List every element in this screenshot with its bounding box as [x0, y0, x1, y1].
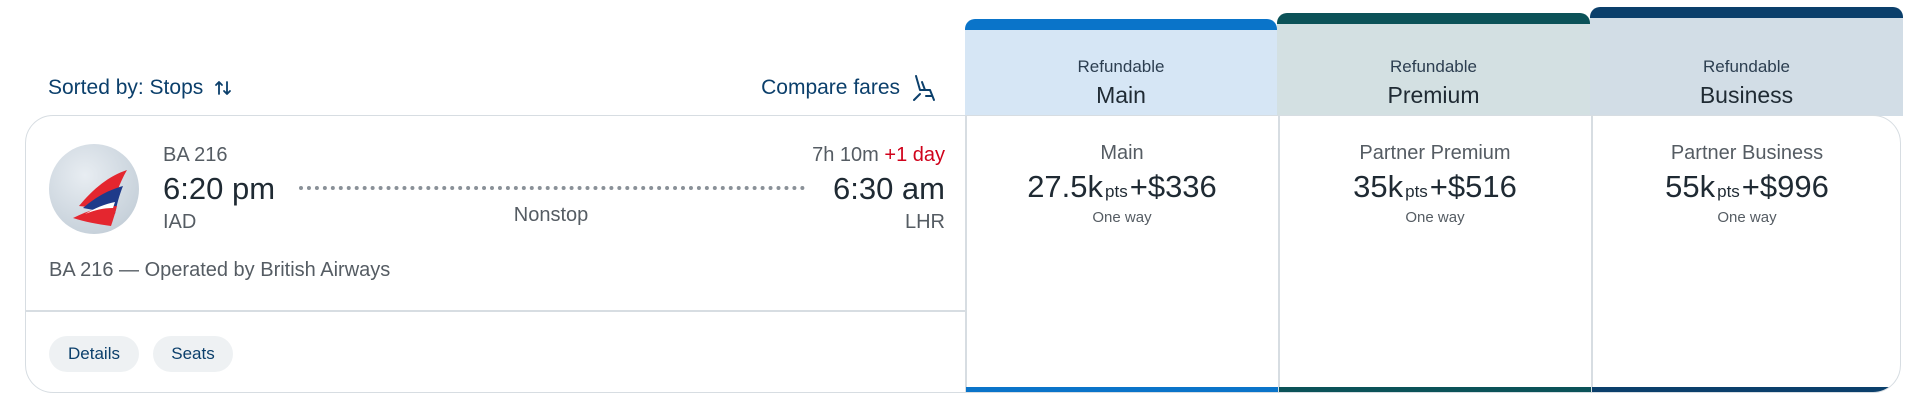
- fare-accent-bar: [1279, 387, 1591, 392]
- fare-price: 35k pts+$516: [1279, 169, 1591, 205]
- points-unit: pts: [1105, 182, 1128, 201]
- compare-fares-label: Compare fares: [761, 76, 900, 99]
- fare-class-title: Business: [1699, 82, 1794, 108]
- fare-header-main[interactable]: Refundable Main: [965, 19, 1277, 116]
- fare-option-premium[interactable]: Partner Premium 35k pts+$516 One way: [1279, 116, 1591, 392]
- departure-time: 6:20 pm: [163, 171, 276, 206]
- fare-price: 27.5k pts+$336: [966, 169, 1278, 205]
- arrival-time: 6:30 am: [832, 171, 945, 206]
- card-divider: [26, 310, 965, 312]
- fare-cash: $336: [1147, 169, 1217, 204]
- british-airways-logo: [49, 144, 139, 234]
- fare-class-title: Premium: [1387, 82, 1480, 108]
- fare-option-main[interactable]: Main 27.5k pts+$336 One way: [966, 116, 1278, 392]
- flight-duration: 7h 10m +1 day: [812, 144, 945, 167]
- fare-accent-bar: [1592, 387, 1900, 392]
- fare-name: Partner Premium: [1359, 142, 1511, 164]
- compare-fares-button[interactable]: Compare fares: [761, 73, 940, 103]
- fare-price: 55k pts+$996: [1592, 169, 1900, 205]
- plus-sign: +: [1129, 169, 1148, 204]
- flight-number: BA 216: [163, 144, 228, 166]
- trip-type: One way: [1405, 209, 1465, 226]
- fare-cash: $516: [1447, 169, 1517, 204]
- sort-button[interactable]: Sorted by: Stops: [48, 76, 233, 100]
- results-toolbar: Sorted by: Stops Compare fares: [48, 60, 940, 116]
- duration-value: 7h 10m: [812, 144, 879, 166]
- fare-option-business[interactable]: Partner Business 55k pts+$996 One way: [1592, 116, 1900, 392]
- stops-label: Nonstop: [513, 204, 589, 226]
- day-offset: +1 day: [884, 144, 945, 166]
- points-unit: pts: [1717, 182, 1740, 201]
- fare-cash: $996: [1759, 169, 1829, 204]
- plus-sign: +: [1429, 169, 1448, 204]
- flight-info: BA 216 6:20 pm IAD Nonstop 7h 10m +1 day…: [26, 116, 965, 392]
- fare-accent-bar: [966, 387, 1278, 392]
- operated-by: BA 216 — Operated by British Airways: [49, 259, 391, 281]
- flight-card: BA 216 6:20 pm IAD Nonstop 7h 10m +1 day…: [25, 115, 1901, 393]
- fare-points: 55k: [1665, 169, 1716, 204]
- arrival-airport: LHR: [904, 211, 945, 233]
- details-button[interactable]: Details: [49, 336, 139, 372]
- fare-points: 27.5k: [1027, 169, 1104, 204]
- trip-type: One way: [1092, 209, 1152, 226]
- points-unit: pts: [1405, 182, 1428, 201]
- refundable-label: Refundable: [1077, 57, 1165, 76]
- route-line: [299, 186, 805, 190]
- seat-icon: [910, 73, 940, 103]
- refundable-label: Refundable: [1390, 57, 1477, 76]
- fare-class-title: Main: [1096, 82, 1146, 108]
- sort-arrows-icon: [213, 78, 233, 98]
- fare-header-business[interactable]: Refundable Business: [1590, 7, 1903, 116]
- fare-name: Main: [1100, 142, 1144, 164]
- trip-type: One way: [1717, 209, 1777, 226]
- fare-name: Partner Business: [1670, 142, 1824, 164]
- fare-header-premium[interactable]: Refundable Premium: [1277, 13, 1590, 116]
- fare-points: 35k: [1353, 169, 1404, 204]
- departure-airport: IAD: [163, 211, 197, 233]
- seats-button[interactable]: Seats: [153, 336, 233, 372]
- sort-label: Sorted by: Stops: [48, 76, 204, 99]
- plus-sign: +: [1741, 169, 1760, 204]
- refundable-label: Refundable: [1703, 57, 1790, 76]
